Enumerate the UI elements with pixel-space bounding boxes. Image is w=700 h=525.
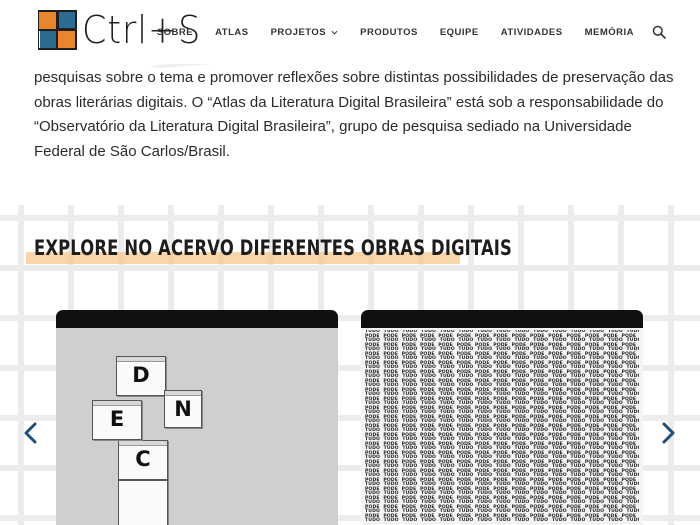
chevron-right-icon[interactable]: [657, 420, 679, 446]
tile-letter: N: [174, 397, 192, 421]
blank-tile: [118, 480, 168, 525]
nav-item-atividades[interactable]: ATIVIDADES: [501, 27, 563, 38]
search-icon[interactable]: [652, 25, 666, 39]
letter-tile: N: [164, 390, 202, 428]
tile-titlebar: [117, 357, 165, 362]
nav-item-projetos[interactable]: PROJETOS: [271, 27, 339, 38]
nav-label: MEMÓRIA: [584, 26, 634, 38]
letter-tile: D: [116, 356, 166, 396]
nav-item-produtos[interactable]: PRODUTOS: [360, 27, 418, 38]
main-nav: SOBRE ATLAS PROJETOS PRODUTOS EQUIPE ATI…: [135, 0, 634, 64]
section-title: EXPLORE NO ACERVO DIFERENTES OBRAS DIGIT…: [34, 236, 513, 260]
tile-letter: D: [132, 363, 150, 387]
tile-titlebar: [93, 401, 141, 406]
intro-paragraph: pesquisas sobre o tema e promover reflex…: [34, 69, 674, 160]
tile-titlebar: [165, 391, 201, 396]
work-card[interactable]: TUDO TUDO TUDO TUDO TUDO TUDO TUDO TUDO …: [361, 310, 643, 525]
nav-label: PRODUTOS: [360, 26, 418, 38]
chevron-down-icon: [331, 30, 338, 35]
section-heading: EXPLORE NO ACERVO DIFERENTES OBRAS DIGIT…: [26, 236, 647, 264]
word-pattern: TUDO TUDO TUDO TUDO TUDO TUDO TUDO TUDO …: [365, 330, 639, 525]
letter-tile: C: [118, 440, 168, 480]
logo-mark-icon: [37, 9, 78, 51]
chevron-left-icon[interactable]: [20, 420, 42, 446]
nav-item-atlas[interactable]: ATLAS: [215, 27, 248, 38]
nav-label: ATIVIDADES: [500, 26, 563, 38]
work-thumbnail: TUDO TUDO TUDO TUDO TUDO TUDO TUDO TUDO …: [361, 328, 643, 525]
nav-label: ATLAS: [215, 26, 249, 38]
tile-letter: E: [109, 407, 125, 431]
site-header: Ctrl+S SOBRE ATLAS PROJETOS PRODUTOS EQU…: [0, 0, 700, 64]
nav-item-sobre[interactable]: SOBRE: [157, 27, 193, 38]
pattern-line: TUDO TUDO TUDO TUDO TUDO TUDO TUDO TUDO …: [365, 518, 639, 523]
nav-label: SOBRE: [156, 26, 194, 38]
nav-item-memoria[interactable]: MEMÓRIA: [585, 27, 634, 38]
letter-tile: E: [92, 400, 142, 440]
nav-label: EQUIPE: [439, 26, 479, 38]
work-card[interactable]: D N C E: [56, 310, 338, 525]
tile-titlebar: [119, 441, 167, 446]
nav-label: PROJETOS: [270, 26, 327, 38]
tile-letter: C: [135, 447, 151, 471]
nav-item-equipe[interactable]: EQUIPE: [440, 27, 479, 38]
work-thumbnail: D N C E: [56, 328, 338, 525]
